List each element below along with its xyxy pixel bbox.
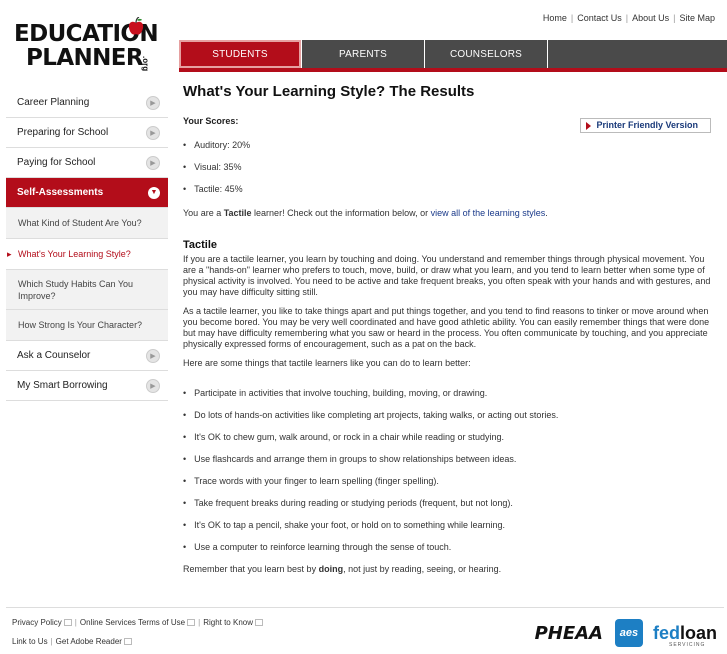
apple-icon (128, 17, 144, 35)
sidebar-item-label: Ask a Counselor (17, 350, 91, 361)
subnav-item-study-habits[interactable]: Which Study Habits Can You Improve? (6, 270, 168, 310)
audience-tabs: STUDENTS PARENTS COUNSELORS (179, 40, 727, 68)
footer-divider (6, 607, 724, 608)
link-to-us-link[interactable]: Link to Us (12, 637, 48, 646)
list-item: It's OK to chew gum, walk around, or roc… (183, 432, 718, 443)
main-content: What's Your Learning Style? The Results … (183, 83, 718, 583)
closing-text: Remember that you learn best by doing, n… (183, 564, 502, 574)
sidebar-item-label: My Smart Borrowing (17, 380, 108, 391)
external-link-icon (187, 619, 196, 627)
home-link[interactable]: Home (543, 13, 567, 23)
tips-list: Participate in activities that involve t… (183, 388, 718, 553)
chevron-right-icon: ▶ (146, 348, 160, 363)
description-paragraph-2: As a tactile learner, you like to take t… (183, 306, 710, 349)
footer-links-row-2: Link to Us | Get Adobe Reader (12, 637, 132, 646)
tab-underline (179, 68, 727, 72)
sidebar-item-preparing-for-school[interactable]: Preparing for School ▶ (6, 118, 168, 148)
list-item: Take frequent breaks during reading or s… (183, 498, 718, 509)
tips-intro: Here are some things that tactile learne… (183, 358, 471, 368)
list-item: Do lots of hands-on activities like comp… (183, 410, 718, 421)
get-adobe-reader-link[interactable]: Get Adobe Reader (56, 637, 132, 646)
list-item: It's OK to tap a pencil, shake your foot… (183, 520, 718, 531)
sidebar-item-label: Self-Assessments (17, 187, 104, 198)
tab-parents[interactable]: PARENTS (302, 40, 424, 68)
list-item: Trace words with your finger to learn sp… (183, 476, 718, 487)
view-all-styles-link[interactable]: view all of the learning styles (431, 208, 546, 218)
partner-logos: PHEAA aes fedloan SERVICING (535, 618, 717, 648)
list-item: Use flashcards and arrange them in group… (183, 454, 718, 465)
education-planner-logo[interactable]: EDUCATION PLANNER .org (14, 14, 164, 74)
sidebar-item-ask-a-counselor[interactable]: Ask a Counselor ▶ (6, 341, 168, 371)
logo-line-2: PLANNER (26, 45, 144, 71)
printer-friendly-label: Printer Friendly Version (596, 120, 698, 130)
learning-style-result: Tactile (223, 208, 252, 218)
site-map-link[interactable]: Site Map (679, 13, 715, 23)
subnav-item-character[interactable]: How Strong Is Your Character? (6, 310, 168, 341)
logo-suffix: .org (141, 56, 150, 72)
external-link-icon (63, 619, 72, 627)
section-title: Tactile (183, 239, 218, 251)
sidebar-item-label: Preparing for School (17, 127, 109, 138)
tab-students[interactable]: STUDENTS (179, 40, 301, 68)
list-item: Use a computer to reinforce learning thr… (183, 542, 718, 553)
description-paragraph-1: If you are a tactile learner, you learn … (183, 254, 711, 297)
external-link-icon (123, 638, 132, 646)
external-link-icon (255, 619, 263, 627)
tab-counselors[interactable]: COUNSELORS (425, 40, 547, 68)
chevron-right-icon: ▶ (146, 125, 160, 140)
right-to-know-link[interactable]: Right to Know (203, 618, 263, 627)
score-visual: Visual: 35% (183, 162, 718, 173)
printer-friendly-button[interactable]: Printer Friendly Version (580, 118, 711, 133)
sidebar-item-career-planning[interactable]: Career Planning ▶ (6, 88, 168, 118)
pheaa-logo[interactable]: PHEAA (535, 623, 603, 644)
page-title: What's Your Learning Style? The Results (183, 83, 475, 100)
terms-of-use-link[interactable]: Online Services Terms of Use (80, 618, 196, 627)
tab-bar-filler (548, 40, 727, 68)
scores-list: Auditory: 20% Visual: 35% Tactile: 45% (183, 140, 718, 195)
footer-links-row-1: Privacy Policy | Online Services Terms of … (12, 618, 263, 627)
sidebar-nav: Career Planning ▶ Preparing for School ▶… (6, 88, 168, 401)
aes-logo[interactable]: aes (614, 619, 643, 647)
sidebar-item-my-smart-borrowing[interactable]: My Smart Borrowing ▶ (6, 371, 168, 401)
subnav-item-student-type[interactable]: What Kind of Student Are You? (6, 208, 168, 239)
sidebar-item-self-assessments[interactable]: Self-Assessments ▼ (6, 178, 168, 208)
about-us-link[interactable]: About Us (632, 13, 669, 23)
fedloan-logo[interactable]: fedloan SERVICING (653, 623, 717, 648)
subnav-item-learning-style[interactable]: What's Your Learning Style? (6, 239, 168, 270)
sidebar-item-label: Paying for School (17, 157, 96, 168)
score-auditory: Auditory: 20% (183, 140, 718, 151)
result-summary: You are a Tactile learner! Check out the… (183, 208, 548, 218)
score-tactile: Tactile: 45% (183, 184, 718, 195)
chevron-down-icon: ▼ (148, 186, 160, 199)
chevron-right-icon: ▶ (146, 378, 160, 393)
play-icon (586, 122, 592, 130)
privacy-policy-link[interactable]: Privacy Policy (12, 618, 72, 627)
utility-nav: Home | Contact Us | About Us | Site Map (542, 13, 715, 23)
chevron-right-icon: ▶ (146, 155, 160, 170)
sidebar-item-paying-for-school[interactable]: Paying for School ▶ (6, 148, 168, 178)
sidebar-item-label: Career Planning (17, 97, 90, 108)
chevron-right-icon: ▶ (146, 95, 160, 110)
contact-us-link[interactable]: Contact Us (577, 13, 622, 23)
list-item: Participate in activities that involve t… (183, 388, 718, 399)
